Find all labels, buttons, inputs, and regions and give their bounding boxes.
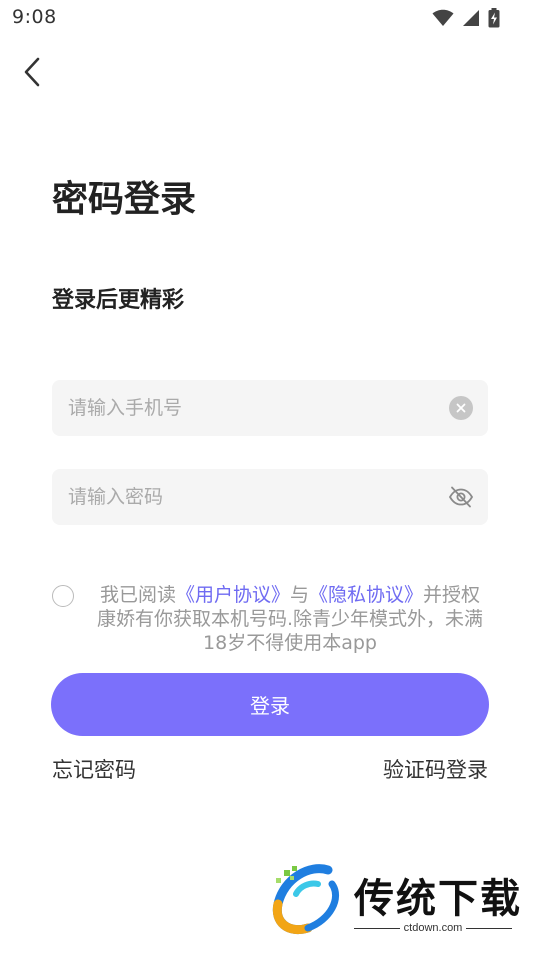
password-input[interactable]: [52, 469, 422, 525]
login-button[interactable]: 登录: [51, 673, 489, 736]
eye-off-icon[interactable]: [448, 485, 474, 509]
password-input-box: [52, 469, 488, 525]
chevron-left-icon: [24, 57, 40, 87]
cellular-signal-icon: [463, 10, 479, 26]
watermark: 传统下载 ctdown.com: [270, 864, 520, 940]
page-title: 密码登录: [52, 179, 197, 220]
clear-icon[interactable]: [449, 396, 473, 420]
back-button[interactable]: [14, 54, 50, 90]
watermark-url-row: ctdown.com: [354, 920, 513, 936]
user-agreement-link[interactable]: 《用户协议》: [176, 584, 290, 606]
agreement-connector: 与: [289, 584, 309, 606]
watermark-logo-icon: [272, 864, 340, 934]
agreement-prefix: 我已阅读: [99, 584, 176, 606]
status-icons: [432, 8, 500, 28]
status-bar: 9:08: [0, 0, 540, 36]
battery-charging-icon: [488, 8, 500, 28]
wifi-icon: [432, 9, 454, 26]
watermark-divider-right: [466, 927, 513, 929]
status-time: 9:08: [12, 6, 57, 28]
watermark-title: 传统下载: [354, 876, 522, 922]
watermark-url: ctdown.com: [403, 922, 463, 934]
code-login-link[interactable]: 验证码登录: [383, 754, 488, 784]
agreement-text: 我已阅读《用户协议》与《隐私协议》并授权康娇有你获取本机号码.除青少年模式外，未…: [92, 583, 488, 655]
agreement-checkbox[interactable]: [52, 585, 74, 607]
phone-input-box: [52, 380, 488, 436]
privacy-policy-link[interactable]: 《隐私协议》: [309, 584, 423, 606]
forgot-password-link[interactable]: 忘记密码: [52, 754, 136, 784]
watermark-divider-left: [354, 927, 400, 929]
phone-input[interactable]: [52, 380, 422, 436]
page-subtitle: 登录后更精彩: [52, 288, 185, 313]
